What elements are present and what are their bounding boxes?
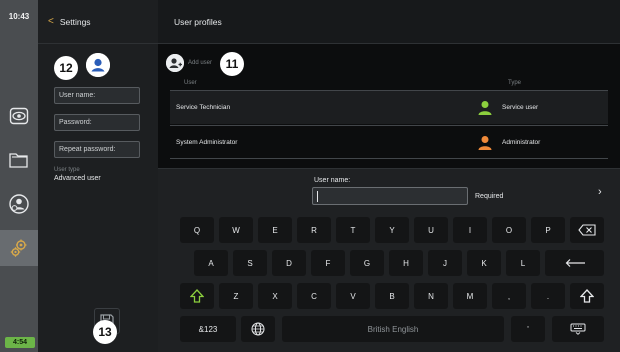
repeat-password-field[interactable]: Repeat password:	[54, 141, 140, 158]
row-user-type: Service user	[502, 104, 539, 111]
user-type-label: User type	[54, 167, 80, 173]
text-caret	[317, 191, 318, 202]
key-j[interactable]: J	[428, 250, 462, 276]
clock: 10:43	[8, 12, 30, 21]
callout-badge-13: 13	[93, 320, 117, 344]
key-n[interactable]: N	[414, 283, 448, 309]
key-m[interactable]: M	[453, 283, 487, 309]
key-comma[interactable]: ,	[492, 283, 526, 309]
hide-keyboard-key[interactable]	[552, 316, 604, 342]
settings-panel: < Settings 12 User name: Password: Repea…	[38, 0, 158, 352]
add-user-button[interactable]	[166, 54, 184, 72]
shift-icon	[580, 289, 594, 303]
username-field[interactable]: User name:	[54, 87, 140, 104]
gears-icon	[10, 239, 27, 257]
key-apostrophe[interactable]: '	[511, 316, 545, 342]
key-t[interactable]: T	[336, 217, 370, 243]
key-w[interactable]: W	[219, 217, 253, 243]
column-header-user: User	[184, 80, 197, 86]
key-g[interactable]: G	[350, 250, 384, 276]
nav-camera[interactable]	[0, 98, 38, 134]
chevron-right-icon[interactable]: ›	[598, 186, 602, 198]
nav-user-settings[interactable]	[0, 186, 38, 222]
key-period[interactable]: .	[531, 283, 565, 309]
symbols-key[interactable]: &123	[180, 316, 236, 342]
table-row[interactable]: Service Technician Service user	[170, 90, 608, 124]
key-o[interactable]: O	[492, 217, 526, 243]
key-u[interactable]: U	[414, 217, 448, 243]
service-user-icon	[478, 101, 492, 115]
shift-key-left[interactable]	[180, 283, 214, 309]
user-type-value[interactable]: Advanced user	[54, 175, 101, 182]
key-i[interactable]: I	[453, 217, 487, 243]
chevron-left-icon: <	[48, 16, 54, 27]
key-s[interactable]: S	[233, 250, 267, 276]
required-label: Required	[475, 193, 504, 200]
row-user-type: Administrator	[502, 138, 541, 146]
shift-key-right[interactable]	[570, 283, 604, 309]
backspace-icon	[578, 224, 596, 236]
key-e[interactable]: E	[258, 217, 292, 243]
key-k[interactable]: K	[467, 250, 501, 276]
new-user-avatar	[86, 53, 110, 77]
add-user-label[interactable]: Add user	[188, 60, 212, 66]
add-user-icon	[166, 54, 184, 72]
globe-icon	[251, 322, 265, 336]
nav-settings[interactable]	[0, 230, 38, 266]
left-rail: 10:43 4:54	[0, 0, 38, 352]
key-y[interactable]: Y	[375, 217, 409, 243]
nav-files[interactable]	[0, 142, 38, 178]
page-title: User profiles	[158, 0, 620, 44]
table-row[interactable]: System Administrator Administrator	[170, 125, 608, 159]
settings-back[interactable]: < Settings	[38, 0, 158, 44]
callout-badge-11: 11	[220, 52, 244, 76]
settings-back-label: Settings	[59, 16, 91, 27]
keyboard-hide-icon	[570, 323, 586, 335]
folder-icon	[9, 153, 28, 168]
key-h[interactable]: H	[389, 250, 423, 276]
row-user-name: Service Technician	[176, 104, 231, 111]
keyboard-input-label: User name:	[314, 177, 351, 184]
key-q[interactable]: Q	[180, 217, 214, 243]
on-screen-keyboard: User name: Required › Q W E R T Y U I O …	[158, 168, 620, 352]
keyboard-input-field[interactable]	[312, 187, 468, 205]
enter-key[interactable]	[545, 250, 604, 276]
callout-badge-12: 12	[54, 56, 78, 80]
key-l[interactable]: L	[506, 250, 540, 276]
enter-icon	[565, 259, 585, 267]
password-field[interactable]: Password:	[54, 114, 140, 131]
key-d[interactable]: D	[272, 250, 306, 276]
column-header-type: Type	[508, 80, 522, 86]
key-v[interactable]: V	[336, 283, 370, 309]
key-x[interactable]: X	[258, 283, 292, 309]
row-user-name: System Administrator	[176, 138, 238, 146]
backspace-key[interactable]	[570, 217, 604, 243]
space-key[interactable]: British English	[282, 316, 504, 342]
language-key[interactable]	[241, 316, 275, 342]
key-c[interactable]: C	[297, 283, 331, 309]
shift-icon	[190, 289, 204, 303]
key-p[interactable]: P	[531, 217, 565, 243]
administrator-icon	[478, 136, 492, 150]
key-r[interactable]: R	[297, 217, 331, 243]
user-settings-icon	[9, 194, 29, 214]
key-b[interactable]: B	[375, 283, 409, 309]
eye-icon	[9, 107, 29, 125]
key-a[interactable]: A	[194, 250, 228, 276]
battery-indicator: 4:54	[5, 337, 35, 348]
key-f[interactable]: F	[311, 250, 345, 276]
user-icon	[86, 53, 110, 77]
key-z[interactable]: Z	[219, 283, 253, 309]
